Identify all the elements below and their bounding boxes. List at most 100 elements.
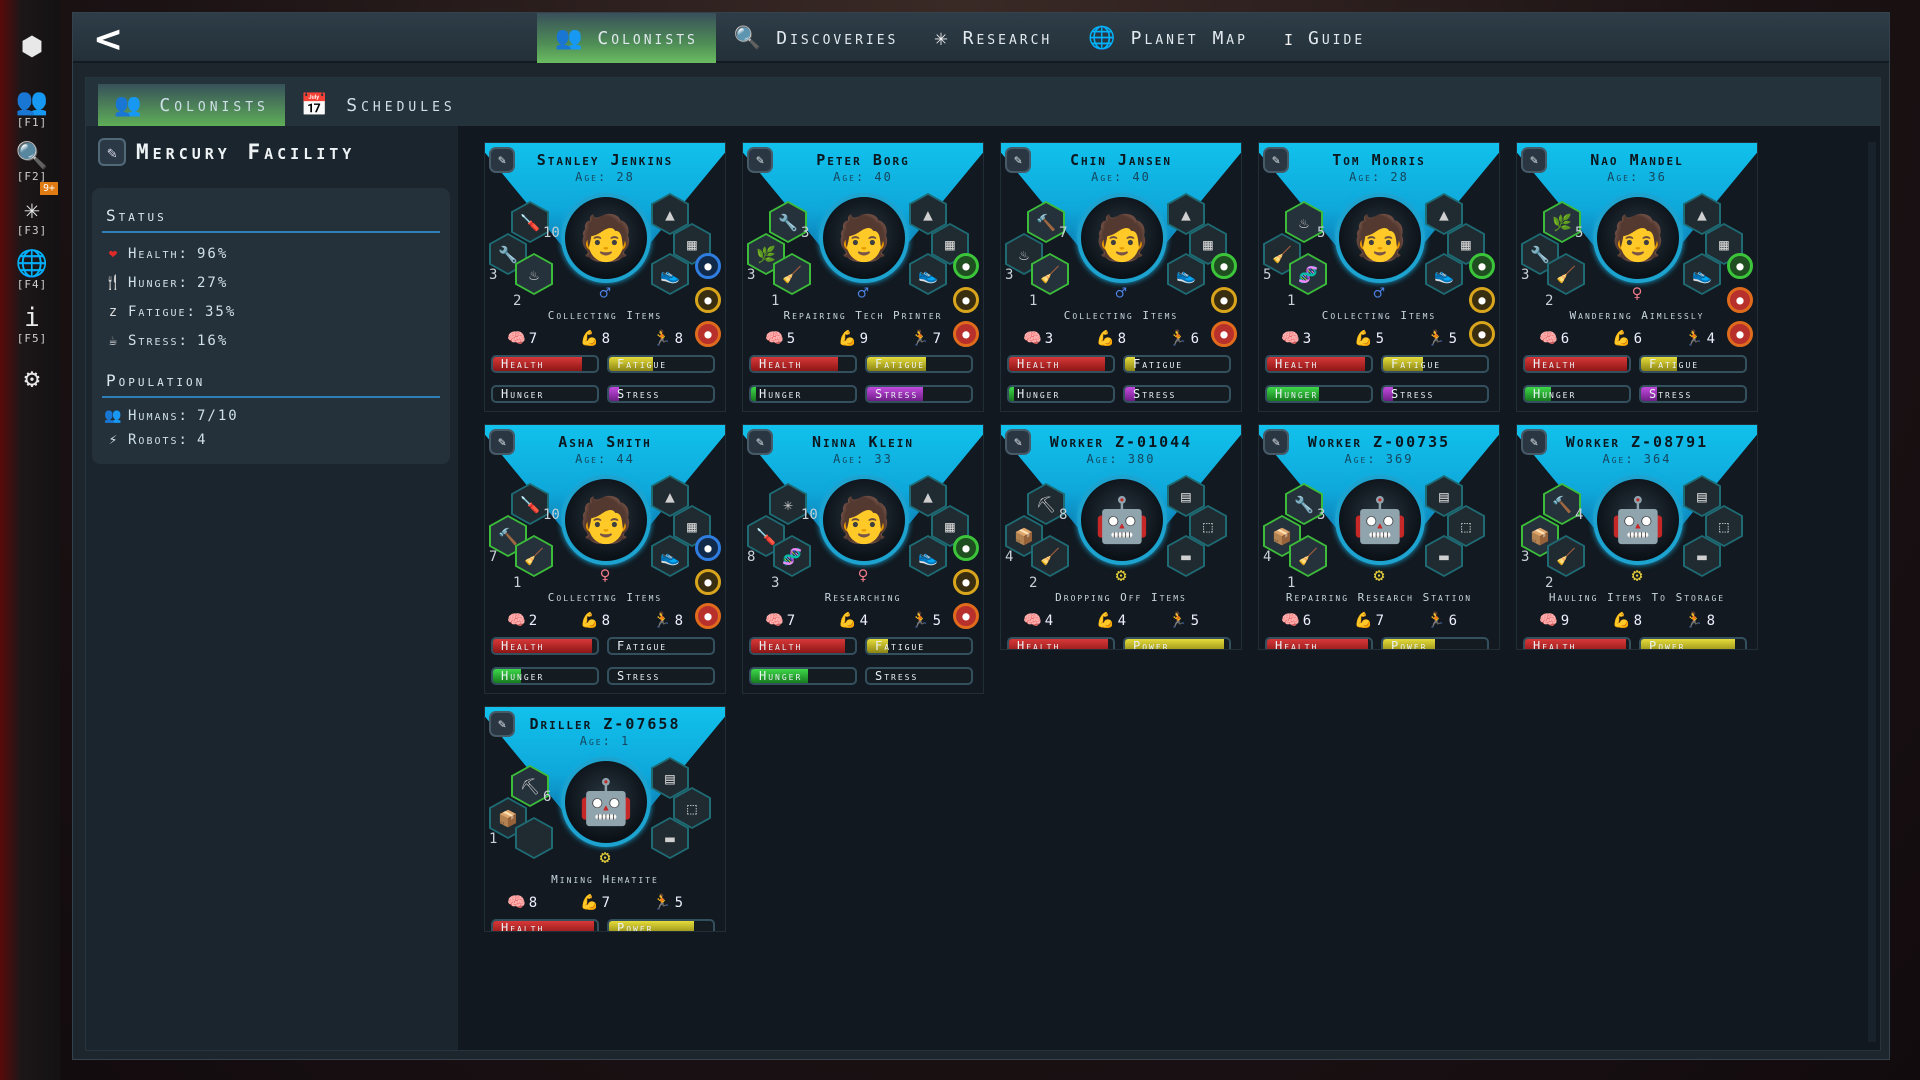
dock-button-globe[interactable]: 🌐 [F4] xyxy=(6,244,58,298)
colonist-card[interactable]: ✎ Asha Smith Age: 44 🪛 10 🔨 7 🧹 1 ▲ ▦ 👟 🧑 ♀ Collecting… xyxy=(484,424,726,694)
notification-badge: 9+ xyxy=(39,182,58,195)
robot-portrait[interactable]: 🤖 xyxy=(1335,475,1425,565)
tab-guide[interactable]: i Guide xyxy=(1266,13,1383,63)
relax-mood-icon[interactable]: ● xyxy=(695,569,721,595)
health-label: Health xyxy=(501,357,545,371)
colonist-card[interactable]: ✎ Peter Borg Age: 40 🔧 3 🌿 3 🧹 1 ▲ ▦ 👟 🧑 ♂ Repairing T… xyxy=(742,142,984,412)
tab-planet-map[interactable]: 🌐 Planet Map xyxy=(1070,13,1266,63)
agility-icon: 🏃 xyxy=(1684,611,1704,629)
colonist-card[interactable]: ✎ Ninna Klein Age: 33 ✳ 10 🪛 8 🧬 3 ▲ ▦ 👟 🧑 ♀ Researchi… xyxy=(742,424,984,694)
dock-button-settings[interactable]: ⚙ xyxy=(6,352,58,406)
strong-mood-icon[interactable]: ● xyxy=(1469,287,1495,313)
tab-colonists[interactable]: 👥 Colonists xyxy=(537,13,716,63)
attributes-row: 🧠 3 💪 5 🏃 5 xyxy=(1281,329,1457,347)
sad-mood-icon[interactable]: ● xyxy=(953,321,979,347)
attribute-value: 4 xyxy=(1044,613,1054,629)
broom-mood-icon[interactable]: ● xyxy=(695,253,721,279)
colonist-portrait[interactable]: 🧑 xyxy=(561,475,651,565)
sad-mood-icon[interactable]: ● xyxy=(695,603,721,629)
colonist-portrait[interactable]: 🧑 xyxy=(819,475,909,565)
sad-mood-icon[interactable]: ● xyxy=(1211,321,1237,347)
colonist-card[interactable]: ✎ Chin Jansen Age: 40 🔨 7 ♨ 3 🧹 1 ▲ ▦ 👟 🧑 ♂ Collecting… xyxy=(1000,142,1242,412)
hunger-label: Hunger xyxy=(759,387,803,401)
subtab-colonists[interactable]: 👥 Colonists xyxy=(98,84,285,126)
robot-portrait[interactable]: 🤖 xyxy=(561,757,651,847)
colonist-card[interactable]: ✎ Tom Morris Age: 28 ♨ 5 🧹 5 🧬 1 ▲ ▦ 👟 🧑 ♂ Collecting … xyxy=(1258,142,1500,412)
fatigue-bar: Fatigue xyxy=(865,355,973,373)
colonist-portrait[interactable]: 🧑 xyxy=(819,193,909,283)
tab-discoveries[interactable]: 🔍 Discoveries xyxy=(716,13,917,63)
scrollbar[interactable] xyxy=(1868,142,1876,1042)
colonist-card[interactable]: ✎ Worker Z-01044 Age: 380 ⛏ 8 📦 4 🧹 2 ▤ ⬚ ▬ 🤖 ⚙ Droppi… xyxy=(1000,424,1242,650)
strength-icon: 💪 xyxy=(837,611,857,629)
colonist-age: Age: 364 xyxy=(1602,452,1672,466)
current-activity: Mining Hematite xyxy=(551,873,659,886)
skill-level: 3 xyxy=(1317,507,1326,523)
food-mood-icon[interactable]: ● xyxy=(953,569,979,595)
colonist-card[interactable]: ✎ Worker Z-08791 Age: 364 🔨 4 📦 3 🧹 2 ▤ ⬚ ▬ 🤖 ⚙ Haulin… xyxy=(1516,424,1758,650)
dock-button-cubes[interactable]: ⬢ xyxy=(6,20,58,74)
male-icon: ♂ xyxy=(857,283,869,304)
current-activity: Researching xyxy=(824,591,902,604)
hunger-label: Hunger xyxy=(1017,387,1061,401)
sub-tabs: 👥 Colonists 📅 Schedules xyxy=(86,78,1880,126)
colonist-card[interactable]: ✎ Stanley Jenkins Age: 28 🪛 10 🔧 3 ♨ 2 ▲ ▦ 👟 🧑 ♂ Colle… xyxy=(484,142,726,412)
colonist-name: Worker Z-00735 xyxy=(1307,433,1451,451)
population-label: Humans: xyxy=(128,408,189,424)
colonist-portrait[interactable]: 🧑 xyxy=(1077,193,1167,283)
robot-portrait[interactable]: 🤖 xyxy=(1593,475,1683,565)
skill-level: 7 xyxy=(489,549,498,565)
tab-research[interactable]: ✳ Research xyxy=(916,13,1070,63)
robot-icon: ⚙ xyxy=(1631,565,1643,586)
hunger-bar: Hunger xyxy=(1523,385,1631,403)
health-bar: Health xyxy=(749,637,857,655)
run-mood-icon[interactable]: ● xyxy=(1211,287,1237,313)
colonist-portrait[interactable]: 🧑 xyxy=(1593,193,1683,283)
health-label: Health xyxy=(1275,357,1319,371)
heartbeat-mood-icon[interactable]: ● xyxy=(695,535,721,561)
attribute: 🏃 5 xyxy=(911,611,941,629)
left-dock: ⬢ 👥 [F1] 🔍 [F2] ✳ [F3] 9+ 🌐 [F4] i [F5] ⚙ xyxy=(6,20,58,406)
attribute-value: 4 xyxy=(1706,331,1715,347)
work-mood-icon[interactable]: ● xyxy=(953,535,979,561)
skill-level: 6 xyxy=(543,789,552,805)
dock-button-research[interactable]: ✳ [F3] 9+ xyxy=(6,182,58,244)
hat-slot-icon: ▲ xyxy=(1169,195,1203,233)
meat-mood-icon[interactable]: ● xyxy=(1211,253,1237,279)
dock-button-info[interactable]: i [F5] xyxy=(6,298,58,352)
sad-mood-icon[interactable]: ● xyxy=(695,321,721,347)
fatigue-bar: Fatigue xyxy=(1381,355,1489,373)
attribute-value: 9 xyxy=(859,331,869,347)
attributes-row: 🧠 6 💪 7 🏃 6 xyxy=(1281,611,1457,629)
dock-button-colonists[interactable]: 👥 [F1] xyxy=(6,82,58,136)
attributes-row: 🧠 9 💪 8 🏃 8 xyxy=(1539,611,1715,629)
mining-mood-icon[interactable]: ● xyxy=(953,287,979,313)
subtab-schedules[interactable]: 📅 Schedules xyxy=(285,84,472,126)
sick-mood-icon[interactable]: ● xyxy=(1727,321,1753,347)
food-mood-icon[interactable]: ● xyxy=(953,253,979,279)
relax-mood-icon[interactable]: ● xyxy=(1469,253,1495,279)
back-button[interactable]: < xyxy=(93,19,123,60)
colonist-age: Age: 28 xyxy=(1349,170,1409,184)
attribute: 💪 7 xyxy=(1354,611,1384,629)
food-mood-icon[interactable]: ● xyxy=(1727,253,1753,279)
relax-mood-icon[interactable]: ● xyxy=(1469,321,1495,347)
intelligence-icon: 🧠 xyxy=(765,329,784,347)
edit-facility-button[interactable]: ✎ xyxy=(98,138,126,166)
facility-title: ✎ Mercury Facility xyxy=(98,138,355,166)
colonist-card[interactable]: ✎ Nao Mandel Age: 36 🌿 5 🔧 3 🧹 2 ▲ ▦ 👟 🧑 ♀ Wandering A… xyxy=(1516,142,1758,412)
health-label: Health xyxy=(759,357,803,371)
colonist-portrait[interactable]: 🧑 xyxy=(561,193,651,283)
robot-portrait[interactable]: 🤖 xyxy=(1077,475,1167,565)
colonist-card[interactable]: ✎ Driller Z-07658 Age: 1 ⛏ 6 📦 1 ▤ ⬚ ▬ 🤖 ⚙ Mining He… xyxy=(484,706,726,932)
hunger-bar: Hunger xyxy=(491,385,599,403)
colonist-portrait[interactable]: 🧑 xyxy=(1335,193,1425,283)
sad-mood-icon[interactable]: ● xyxy=(953,603,979,629)
strong-mood-icon[interactable]: ● xyxy=(695,287,721,313)
stress-label: Stress xyxy=(617,387,661,401)
current-activity: Hauling Items To Storage xyxy=(1548,591,1726,604)
fatigue-label: Fatigue xyxy=(1649,357,1700,371)
run-mood-icon[interactable]: ● xyxy=(1727,287,1753,313)
skill-level: 4 xyxy=(1575,507,1584,523)
colonist-card[interactable]: ✎ Worker Z-00735 Age: 369 🔧 3 📦 4 🧹 1 ▤ ⬚ ▬ 🤖 ⚙ Repair… xyxy=(1258,424,1500,650)
